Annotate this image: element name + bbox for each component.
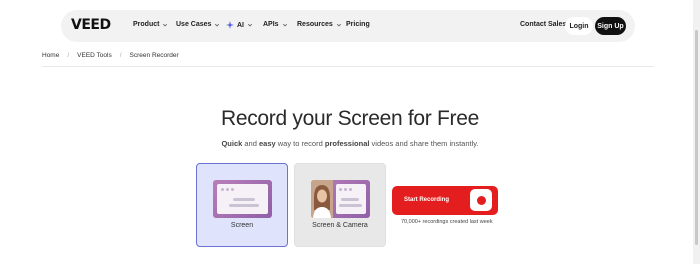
thumbnail-window bbox=[336, 184, 366, 214]
nav-item-label: Product bbox=[133, 21, 160, 28]
chevron-down-icon bbox=[282, 23, 287, 26]
breadcrumb: Home / VEED Tools / Screen Recorder bbox=[42, 52, 179, 59]
subtitle-emphasis: professional bbox=[324, 139, 370, 148]
window-line bbox=[233, 198, 255, 201]
subtitle-text: way to record bbox=[275, 139, 325, 148]
breadcrumb-divider bbox=[42, 66, 654, 67]
nav-item-label: AI bbox=[237, 21, 244, 29]
nav-item-product[interactable]: Product bbox=[133, 21, 168, 28]
person-icon bbox=[311, 180, 333, 218]
window-dot bbox=[349, 188, 352, 191]
camera-face-icon bbox=[311, 180, 333, 218]
recordings-count-note: 70,000+ recordings created last week bbox=[401, 219, 493, 225]
nav-item-resources[interactable]: Resources bbox=[297, 21, 342, 28]
thumbnail-window bbox=[217, 184, 268, 214]
nav-item-label: APIs bbox=[263, 21, 279, 28]
subtitle-emphasis: easy bbox=[258, 139, 276, 148]
page-title: Record your Screen for Free bbox=[220, 107, 479, 130]
mode-label: Screen bbox=[230, 222, 254, 229]
window-line bbox=[339, 204, 362, 207]
nav-item-label: Pricing bbox=[346, 21, 370, 28]
subtitle-text: videos and share them instantly. bbox=[369, 139, 479, 148]
mode-label: Screen & Camera bbox=[312, 222, 368, 229]
nav-item-use-cases[interactable]: Use Cases bbox=[176, 21, 220, 28]
login-button[interactable]: Login bbox=[565, 17, 593, 35]
nav-item-ai[interactable]: AI bbox=[226, 21, 253, 29]
breadcrumb-current: Screen Recorder bbox=[129, 52, 179, 59]
window-line bbox=[341, 198, 359, 201]
signup-button[interactable]: Sign Up bbox=[595, 17, 626, 35]
breadcrumb-home[interactable]: Home bbox=[42, 52, 59, 59]
nav-item-apis[interactable]: APIs bbox=[263, 21, 288, 28]
window-line bbox=[229, 204, 259, 207]
nav-item-pricing[interactable]: Pricing bbox=[346, 21, 370, 28]
chevron-down-icon bbox=[163, 23, 168, 26]
sparkle-icon bbox=[226, 21, 234, 29]
subtitle-text: and bbox=[242, 139, 259, 148]
window-dot bbox=[339, 188, 342, 191]
breadcrumb-veed-tools[interactable]: VEED Tools bbox=[77, 52, 112, 59]
screen-thumbnail-icon bbox=[213, 180, 272, 218]
mode-card-screen[interactable]: Screen bbox=[196, 163, 288, 247]
contact-sales-link[interactable]: Contact Sales bbox=[520, 21, 566, 28]
subtitle-emphasis: Quick bbox=[221, 139, 243, 148]
chevron-down-icon bbox=[336, 23, 341, 26]
record-icon[interactable] bbox=[470, 189, 492, 211]
mode-card-screen-camera[interactable]: Screen & Camera bbox=[294, 163, 386, 247]
veed-logo[interactable]: VEED bbox=[71, 17, 111, 33]
breadcrumb-separator: / bbox=[119, 52, 122, 59]
page-subtitle: Quick and easy way to record professiona… bbox=[0, 139, 700, 148]
window-dot bbox=[231, 188, 234, 191]
window-dot bbox=[226, 188, 229, 191]
breadcrumb-separator: / bbox=[67, 52, 70, 59]
start-recording-label: Start Recording bbox=[404, 197, 450, 203]
screen-camera-thumbnail-icon bbox=[311, 180, 370, 218]
scrollbar-thumb[interactable] bbox=[695, 30, 698, 245]
chevron-down-icon bbox=[247, 23, 253, 27]
record-dot bbox=[476, 195, 486, 205]
nav-item-label: Resources bbox=[297, 21, 333, 28]
window-dot bbox=[344, 188, 347, 191]
window-dot bbox=[221, 188, 224, 191]
nav-item-label: Use Cases bbox=[176, 21, 212, 28]
chevron-down-icon bbox=[215, 23, 220, 26]
